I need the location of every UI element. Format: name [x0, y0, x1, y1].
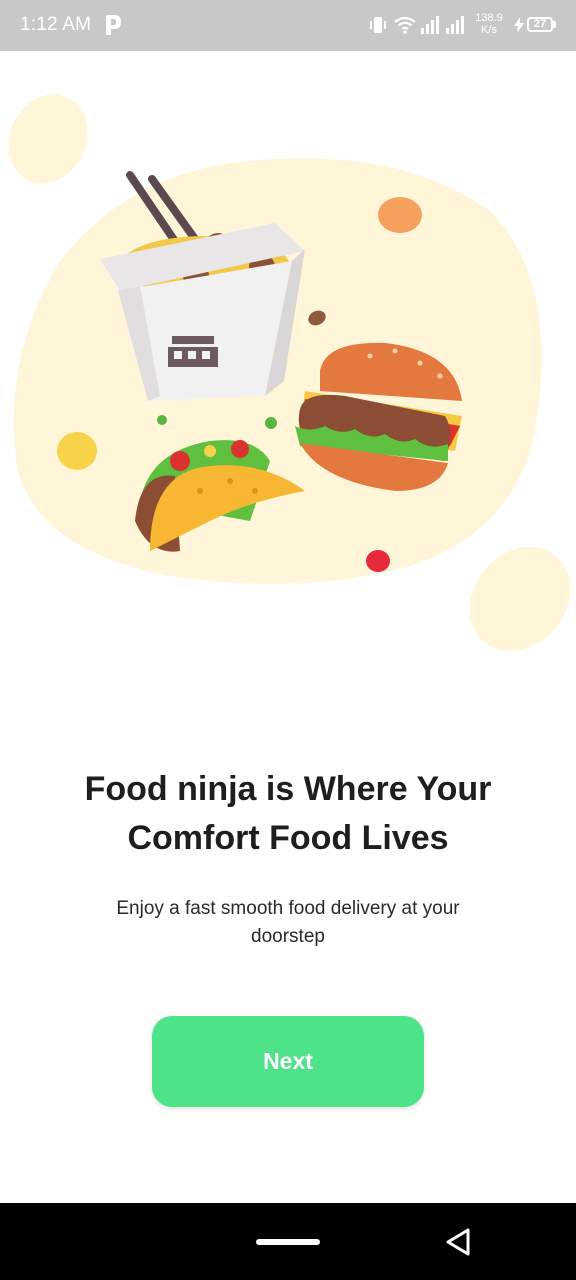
home-gesture-pill[interactable]: [256, 1239, 320, 1245]
charging-icon: [514, 17, 524, 33]
background-blob: [8, 94, 88, 184]
signal-icon: [446, 16, 464, 34]
confetti-dot: [378, 197, 422, 233]
network-speed: 138.9 K/s: [472, 12, 506, 36]
confetti-dot: [57, 432, 97, 470]
status-bar: 1:12 AM 138.9 K/s 27: [0, 0, 576, 51]
food-illustration: [8, 94, 571, 652]
status-time: 1:12 AM: [20, 14, 92, 35]
confetti-dot: [157, 415, 167, 425]
onboarding-subtitle: Enjoy a fast smooth food delivery at you…: [116, 898, 460, 947]
navigation-bar: [0, 1203, 576, 1280]
battery-tip: [553, 21, 556, 28]
next-button[interactable]: Next: [152, 1016, 424, 1107]
confetti-dot: [366, 550, 390, 572]
network-speed-value: 138.9: [475, 12, 503, 24]
confetti-dot: [265, 417, 277, 429]
background-blob: [469, 546, 571, 652]
back-triangle-icon[interactable]: [444, 1227, 474, 1257]
battery-icon: 27: [527, 17, 553, 32]
wifi-icon: [394, 16, 416, 34]
vibrate-icon: [370, 17, 386, 33]
onboarding-title: Food ninja is Where Your Comfort Food Li…: [84, 770, 492, 857]
signal-icon: [421, 16, 439, 34]
network-speed-unit: K/s: [481, 24, 497, 36]
parking-p-icon: [106, 15, 121, 35]
